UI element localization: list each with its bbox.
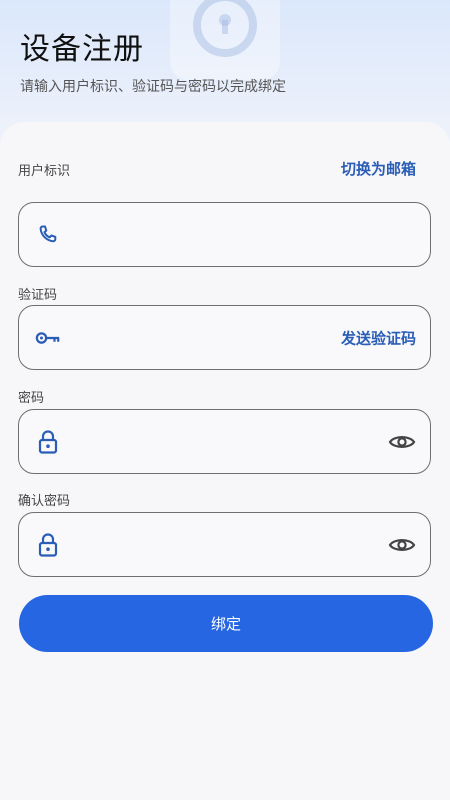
bind-button[interactable]: 绑定 bbox=[19, 595, 433, 652]
eye-icon[interactable] bbox=[388, 531, 416, 559]
confirm-password-field[interactable] bbox=[18, 512, 431, 577]
confirm-password-input[interactable] bbox=[75, 513, 320, 576]
verification-code-field[interactable]: 发送验证码 bbox=[18, 305, 431, 370]
verification-code-label: 验证码 bbox=[18, 288, 58, 303]
user-id-input[interactable] bbox=[75, 203, 320, 266]
confirm-password-label: 确认密码 bbox=[18, 494, 71, 509]
user-id-label: 用户标识 bbox=[18, 164, 71, 179]
lock-icon bbox=[35, 532, 61, 558]
page-subtitle: 请输入用户标识、验证码与密码以完成绑定 bbox=[20, 79, 286, 95]
phone-icon bbox=[35, 222, 61, 248]
key-icon bbox=[35, 325, 61, 351]
password-label: 密码 bbox=[18, 391, 45, 406]
lock-icon bbox=[35, 429, 61, 455]
password-input[interactable] bbox=[75, 410, 320, 473]
password-field[interactable] bbox=[18, 409, 431, 474]
send-code-button[interactable]: 发送验证码 bbox=[341, 327, 416, 348]
user-id-field[interactable] bbox=[18, 202, 431, 267]
eye-icon[interactable] bbox=[388, 428, 416, 456]
verification-code-input[interactable] bbox=[75, 306, 320, 369]
header-watermark bbox=[170, 0, 280, 80]
watermark-keyhole-icon bbox=[193, 0, 257, 57]
page-title: 设备注册 bbox=[20, 32, 144, 67]
switch-to-email-link[interactable]: 切换为邮箱 bbox=[341, 158, 416, 179]
